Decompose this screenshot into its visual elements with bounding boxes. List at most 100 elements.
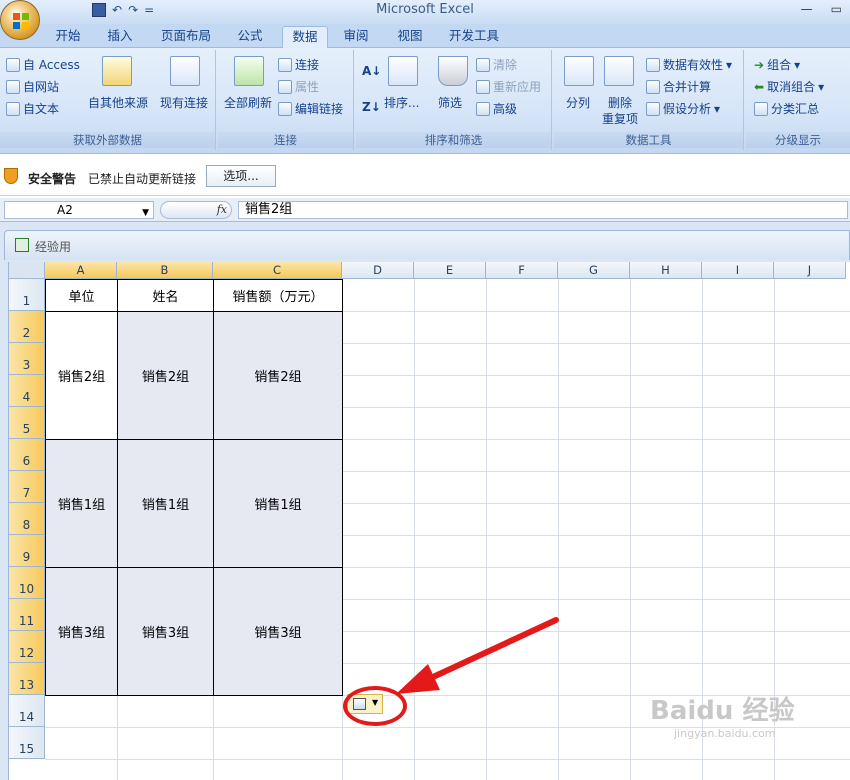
column-header-a[interactable]: A — [45, 262, 117, 279]
advanced-icon — [476, 101, 490, 116]
tab-review[interactable]: 审阅 — [336, 26, 376, 48]
properties-label: 属性 — [295, 80, 320, 94]
gridline — [342, 631, 850, 632]
cell-a1[interactable]: 单位 — [45, 279, 118, 312]
tab-page-layout[interactable]: 页面布局 — [152, 26, 220, 48]
ungroup-button[interactable]: ⬅ 取消组合 ▾ — [754, 78, 824, 95]
window-controls: — ▭ — [801, 2, 842, 16]
merged-cell-c2[interactable]: 销售2组 — [213, 311, 343, 440]
merged-cell-c6[interactable]: 销售1组 — [213, 439, 343, 568]
row-header-5[interactable]: 5 — [9, 407, 45, 439]
tab-home[interactable]: 开始 — [48, 26, 88, 48]
gridline — [45, 759, 850, 760]
highlight-ellipse — [343, 686, 407, 726]
column-header-c[interactable]: C — [213, 262, 342, 279]
sort-button[interactable]: 排序... — [384, 94, 419, 111]
column-header-g[interactable]: G — [558, 262, 630, 279]
office-button[interactable] — [0, 0, 40, 40]
from-access-button[interactable]: 自 Access — [6, 56, 80, 73]
tab-insert[interactable]: 插入 — [100, 26, 140, 48]
connections-button[interactable]: 连接 — [278, 56, 319, 73]
row-header-2[interactable]: 2 — [9, 311, 45, 343]
merged-cell-a2[interactable]: 销售2组 — [45, 311, 118, 440]
column-header-i[interactable]: I — [702, 262, 774, 279]
row-header-7[interactable]: 7 — [9, 471, 45, 503]
column-header-e[interactable]: E — [414, 262, 486, 279]
subtotal-label: 分类汇总 — [771, 102, 820, 116]
row-number: 11 — [18, 614, 35, 628]
what-if-button[interactable]: 假设分析 ▾ — [646, 100, 720, 117]
row-header-14[interactable]: 14 — [9, 695, 45, 727]
filter-button[interactable]: 筛选 — [438, 94, 462, 111]
merged-cell-b10[interactable]: 销售3组 — [117, 567, 214, 696]
remove-duplicates-button-line2[interactable]: 重复项 — [602, 110, 638, 127]
tab-data[interactable]: 数据 — [282, 26, 328, 48]
from-other-sources-button[interactable]: 自其他来源 — [88, 94, 148, 111]
merged-cell-a6[interactable]: 销售1组 — [45, 439, 118, 568]
sort-descending-icon[interactable]: Z↓ — [362, 100, 381, 114]
arrow-right-icon: ➔ — [754, 57, 765, 72]
row-header-11[interactable]: 11 — [9, 599, 45, 631]
clear-filter-button[interactable]: 清除 — [476, 56, 517, 73]
subtotal-button[interactable]: 分类汇总 — [754, 100, 819, 117]
row-header-9[interactable]: 9 — [9, 535, 45, 567]
remove-duplicates-button[interactable]: 删除 — [608, 94, 632, 111]
row-header-4[interactable]: 4 — [9, 375, 45, 407]
formula-input[interactable]: 销售2组 — [238, 201, 848, 219]
gridline — [342, 375, 850, 376]
tab-view[interactable]: 视图 — [390, 26, 430, 48]
function-icon[interactable]: fx — [217, 203, 227, 216]
row-header-8[interactable]: 8 — [9, 503, 45, 535]
chevron-down-icon[interactable]: ▼ — [142, 205, 149, 221]
group-button[interactable]: ➔ 组合 ▾ — [754, 56, 800, 73]
tab-developer[interactable]: 开发工具 — [444, 26, 504, 48]
merged-cell-a10[interactable]: 销售3组 — [45, 567, 118, 696]
from-text-button[interactable]: 自文本 — [6, 100, 59, 117]
maximize-icon[interactable]: ▭ — [831, 2, 842, 16]
properties-button[interactable]: 属性 — [278, 78, 319, 95]
cell-b1[interactable]: 姓名 — [117, 279, 214, 312]
from-web-button[interactable]: 自网站 — [6, 78, 59, 95]
ribbon: 自 Access 自网站 自文本 自其他来源 现有连接 获取外部数据 全部刷新 … — [0, 48, 850, 154]
text-to-columns-button[interactable]: 分列 — [566, 94, 590, 111]
select-all-corner[interactable] — [9, 262, 45, 279]
row-header-15[interactable]: 15 — [9, 727, 45, 759]
column-header-d[interactable]: D — [342, 262, 414, 279]
row-header-3[interactable]: 3 — [9, 343, 45, 375]
column-header-h[interactable]: H — [630, 262, 702, 279]
advanced-filter-button[interactable]: 高级 — [476, 100, 517, 117]
row-header-1[interactable]: 1 — [9, 279, 45, 311]
group-label-connections: 连接 — [218, 132, 353, 148]
column-header-j[interactable]: J — [774, 262, 846, 279]
row-number: 15 — [18, 742, 35, 756]
refresh-all-button[interactable]: 全部刷新 — [224, 94, 272, 111]
group-label: 组合 — [767, 58, 792, 72]
row-header-13[interactable]: 13 — [9, 663, 45, 695]
row-header-6[interactable]: 6 — [9, 439, 45, 471]
column-header-f[interactable]: F — [486, 262, 558, 279]
row-header-12[interactable]: 12 — [9, 631, 45, 663]
chevron-down-icon: ▾ — [818, 79, 825, 94]
clear-icon — [476, 57, 490, 72]
data-validation-button[interactable]: 数据有效性 ▾ — [646, 56, 732, 73]
options-button[interactable]: 选项... — [206, 165, 276, 187]
merged-cell-b6[interactable]: 销售1组 — [117, 439, 214, 568]
row-header-10[interactable]: 10 — [9, 567, 45, 599]
merged-cell-b2[interactable]: 销售2组 — [117, 311, 214, 440]
sort-ascending-icon[interactable]: A↓ — [362, 64, 381, 78]
properties-icon — [278, 79, 292, 94]
edit-links-button[interactable]: 编辑链接 — [278, 100, 343, 117]
name-box[interactable]: A2 ▼ — [4, 201, 154, 219]
minimize-icon[interactable]: — — [801, 2, 813, 16]
title-bar: ↶ ↷ = Microsoft Excel — ▭ — [0, 0, 850, 24]
column-header-b[interactable]: B — [117, 262, 213, 279]
reapply-button[interactable]: 重新应用 — [476, 78, 541, 95]
cell-c1[interactable]: 销售额（万元） — [213, 279, 343, 312]
row-number: 6 — [22, 454, 31, 468]
gridline — [342, 343, 850, 344]
existing-connections-button[interactable]: 现有连接 — [160, 94, 208, 111]
sort-dialog-icon — [388, 56, 418, 86]
merged-cell-c10[interactable]: 销售3组 — [213, 567, 343, 696]
tab-formulas[interactable]: 公式 — [230, 26, 270, 48]
consolidate-button[interactable]: 合并计算 — [646, 78, 711, 95]
